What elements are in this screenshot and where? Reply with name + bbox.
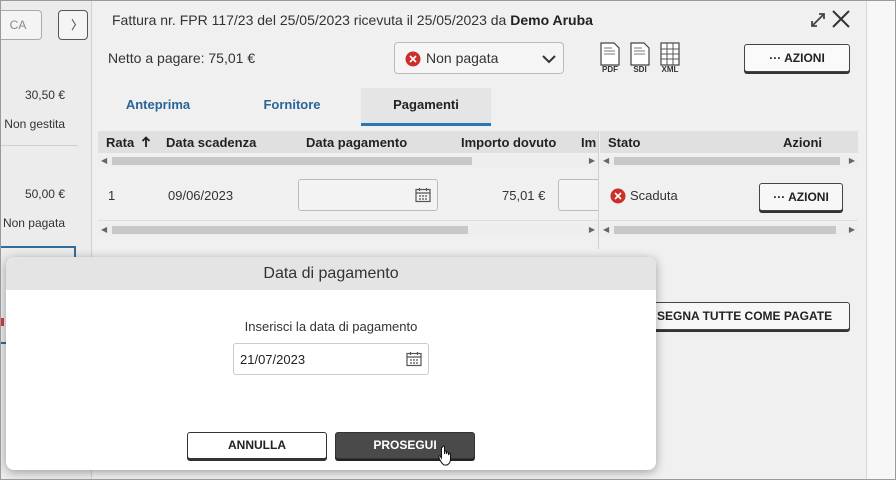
pdf-icon-caption: PDF — [602, 65, 618, 74]
calendar-icon[interactable] — [415, 187, 431, 203]
tab-bar: Anteprima Fornitore Pagamenti — [92, 88, 866, 126]
tab-anteprima[interactable]: Anteprima — [108, 88, 208, 126]
column-header-rata[interactable]: Rata — [106, 135, 151, 150]
column-header-truncated[interactable]: Im — [581, 135, 596, 150]
chevron-down-icon — [542, 55, 556, 64]
xml-icon-caption: XML — [661, 65, 679, 74]
background-row-status: Non gestita — [4, 117, 65, 131]
actions-button-label: AZIONI — [784, 51, 825, 65]
column-header-azioni: Azioni — [783, 135, 822, 150]
horizontal-scrollbar[interactable]: ◀ ▶ — [98, 155, 598, 167]
row-actions-button[interactable]: ··· AZIONI — [759, 183, 843, 211]
column-header-data-scadenza[interactable]: Data scadenza — [166, 135, 256, 150]
table-header: Stato Azioni — [600, 131, 858, 153]
supplier-name: Demo Aruba — [510, 12, 593, 28]
invoice-title-text: Fattura nr. FPR 117/23 del 25/05/2023 ri… — [112, 12, 511, 28]
actions-button[interactable]: ··· AZIONI — [744, 44, 850, 72]
cancel-button[interactable]: ANNULLA — [187, 432, 327, 459]
payment-date-dialog: Data di pagamento Inserisci la data di p… — [6, 257, 656, 470]
error-icon — [405, 51, 421, 67]
dialog-date-input[interactable]: 21/07/2023 — [233, 343, 429, 375]
background-button-a[interactable]: CA — [0, 10, 42, 40]
payment-date-input[interactable] — [298, 179, 438, 211]
table-row: Scaduta ··· AZIONI — [600, 171, 858, 221]
sdi-icon[interactable]: SDI — [629, 42, 651, 74]
window-edge — [866, 0, 896, 480]
dialog-prompt: Inserisci la data di pagamento — [244, 319, 418, 334]
xml-icon[interactable]: XML — [659, 42, 681, 74]
horizontal-scrollbar[interactable]: ◀ ▶ — [98, 224, 598, 236]
background-row-status: Non pagata — [2, 216, 65, 230]
horizontal-scrollbar[interactable]: ◀ ▶ — [600, 224, 858, 236]
background-row-amount: 30,50 € — [24, 88, 65, 102]
row-actions-label: AZIONI — [788, 190, 829, 204]
error-icon — [610, 188, 626, 204]
invoice-title: Fattura nr. FPR 117/23 del 25/05/2023 ri… — [112, 12, 593, 28]
sdi-icon-caption: SDI — [633, 65, 647, 74]
calendar-icon[interactable] — [406, 351, 422, 367]
status-indicator — [0, 318, 4, 326]
cell-importo-dovuto: 75,01 € — [502, 188, 546, 203]
sort-arrow-icon — [141, 136, 150, 147]
dialog-date-value: 21/07/2023 — [240, 352, 306, 367]
hand-cursor-icon — [438, 445, 451, 466]
column-header-label: Rata — [106, 135, 135, 150]
table-row: 1 09/06/2023 75,01 € — [98, 171, 598, 221]
tab-fornitore[interactable]: Fornitore — [242, 88, 342, 126]
mark-all-paid-button[interactable]: SEGNA TUTTE COME PAGATE — [632, 302, 850, 330]
background-row-amount: 50,00 € — [24, 187, 65, 201]
column-header-data-pagamento[interactable]: Data pagamento — [306, 135, 407, 150]
pdf-icon[interactable]: PDF — [599, 42, 621, 74]
column-header-stato[interactable]: Stato — [608, 135, 641, 150]
dialog-title: Data di pagamento — [6, 257, 656, 290]
payment-status-select[interactable]: Non pagata — [394, 42, 564, 74]
cell-data-scadenza: 09/06/2023 — [168, 188, 234, 203]
payment-status-value: Non pagata — [426, 50, 499, 66]
cell-rata: 1 — [108, 188, 116, 203]
close-icon[interactable] — [830, 8, 852, 30]
installments-table: Rata Data scadenza Data pagamento Import… — [98, 131, 598, 241]
table-header: Rata Data scadenza Data pagamento Import… — [98, 131, 598, 153]
horizontal-scrollbar[interactable]: ◀ ▶ — [600, 155, 858, 167]
net-to-pay: Netto a pagare: 75,01 € — [108, 50, 256, 66]
expand-icon[interactable] — [810, 12, 826, 28]
background-button-b[interactable]: 〉 — [58, 10, 88, 40]
confirm-button[interactable]: PROSEGUI — [335, 432, 475, 459]
amount-input[interactable] — [558, 179, 598, 211]
divider — [598, 131, 599, 249]
divider — [0, 145, 78, 146]
cell-stato: Scaduta — [630, 188, 678, 203]
column-header-importo-dovuto[interactable]: Importo dovuto — [461, 135, 556, 150]
installments-status-table: Stato Azioni ◀ ▶ Scaduta ··· AZIONI ◀ ▶ — [600, 131, 858, 241]
tab-pagamenti[interactable]: Pagamenti — [361, 88, 491, 126]
